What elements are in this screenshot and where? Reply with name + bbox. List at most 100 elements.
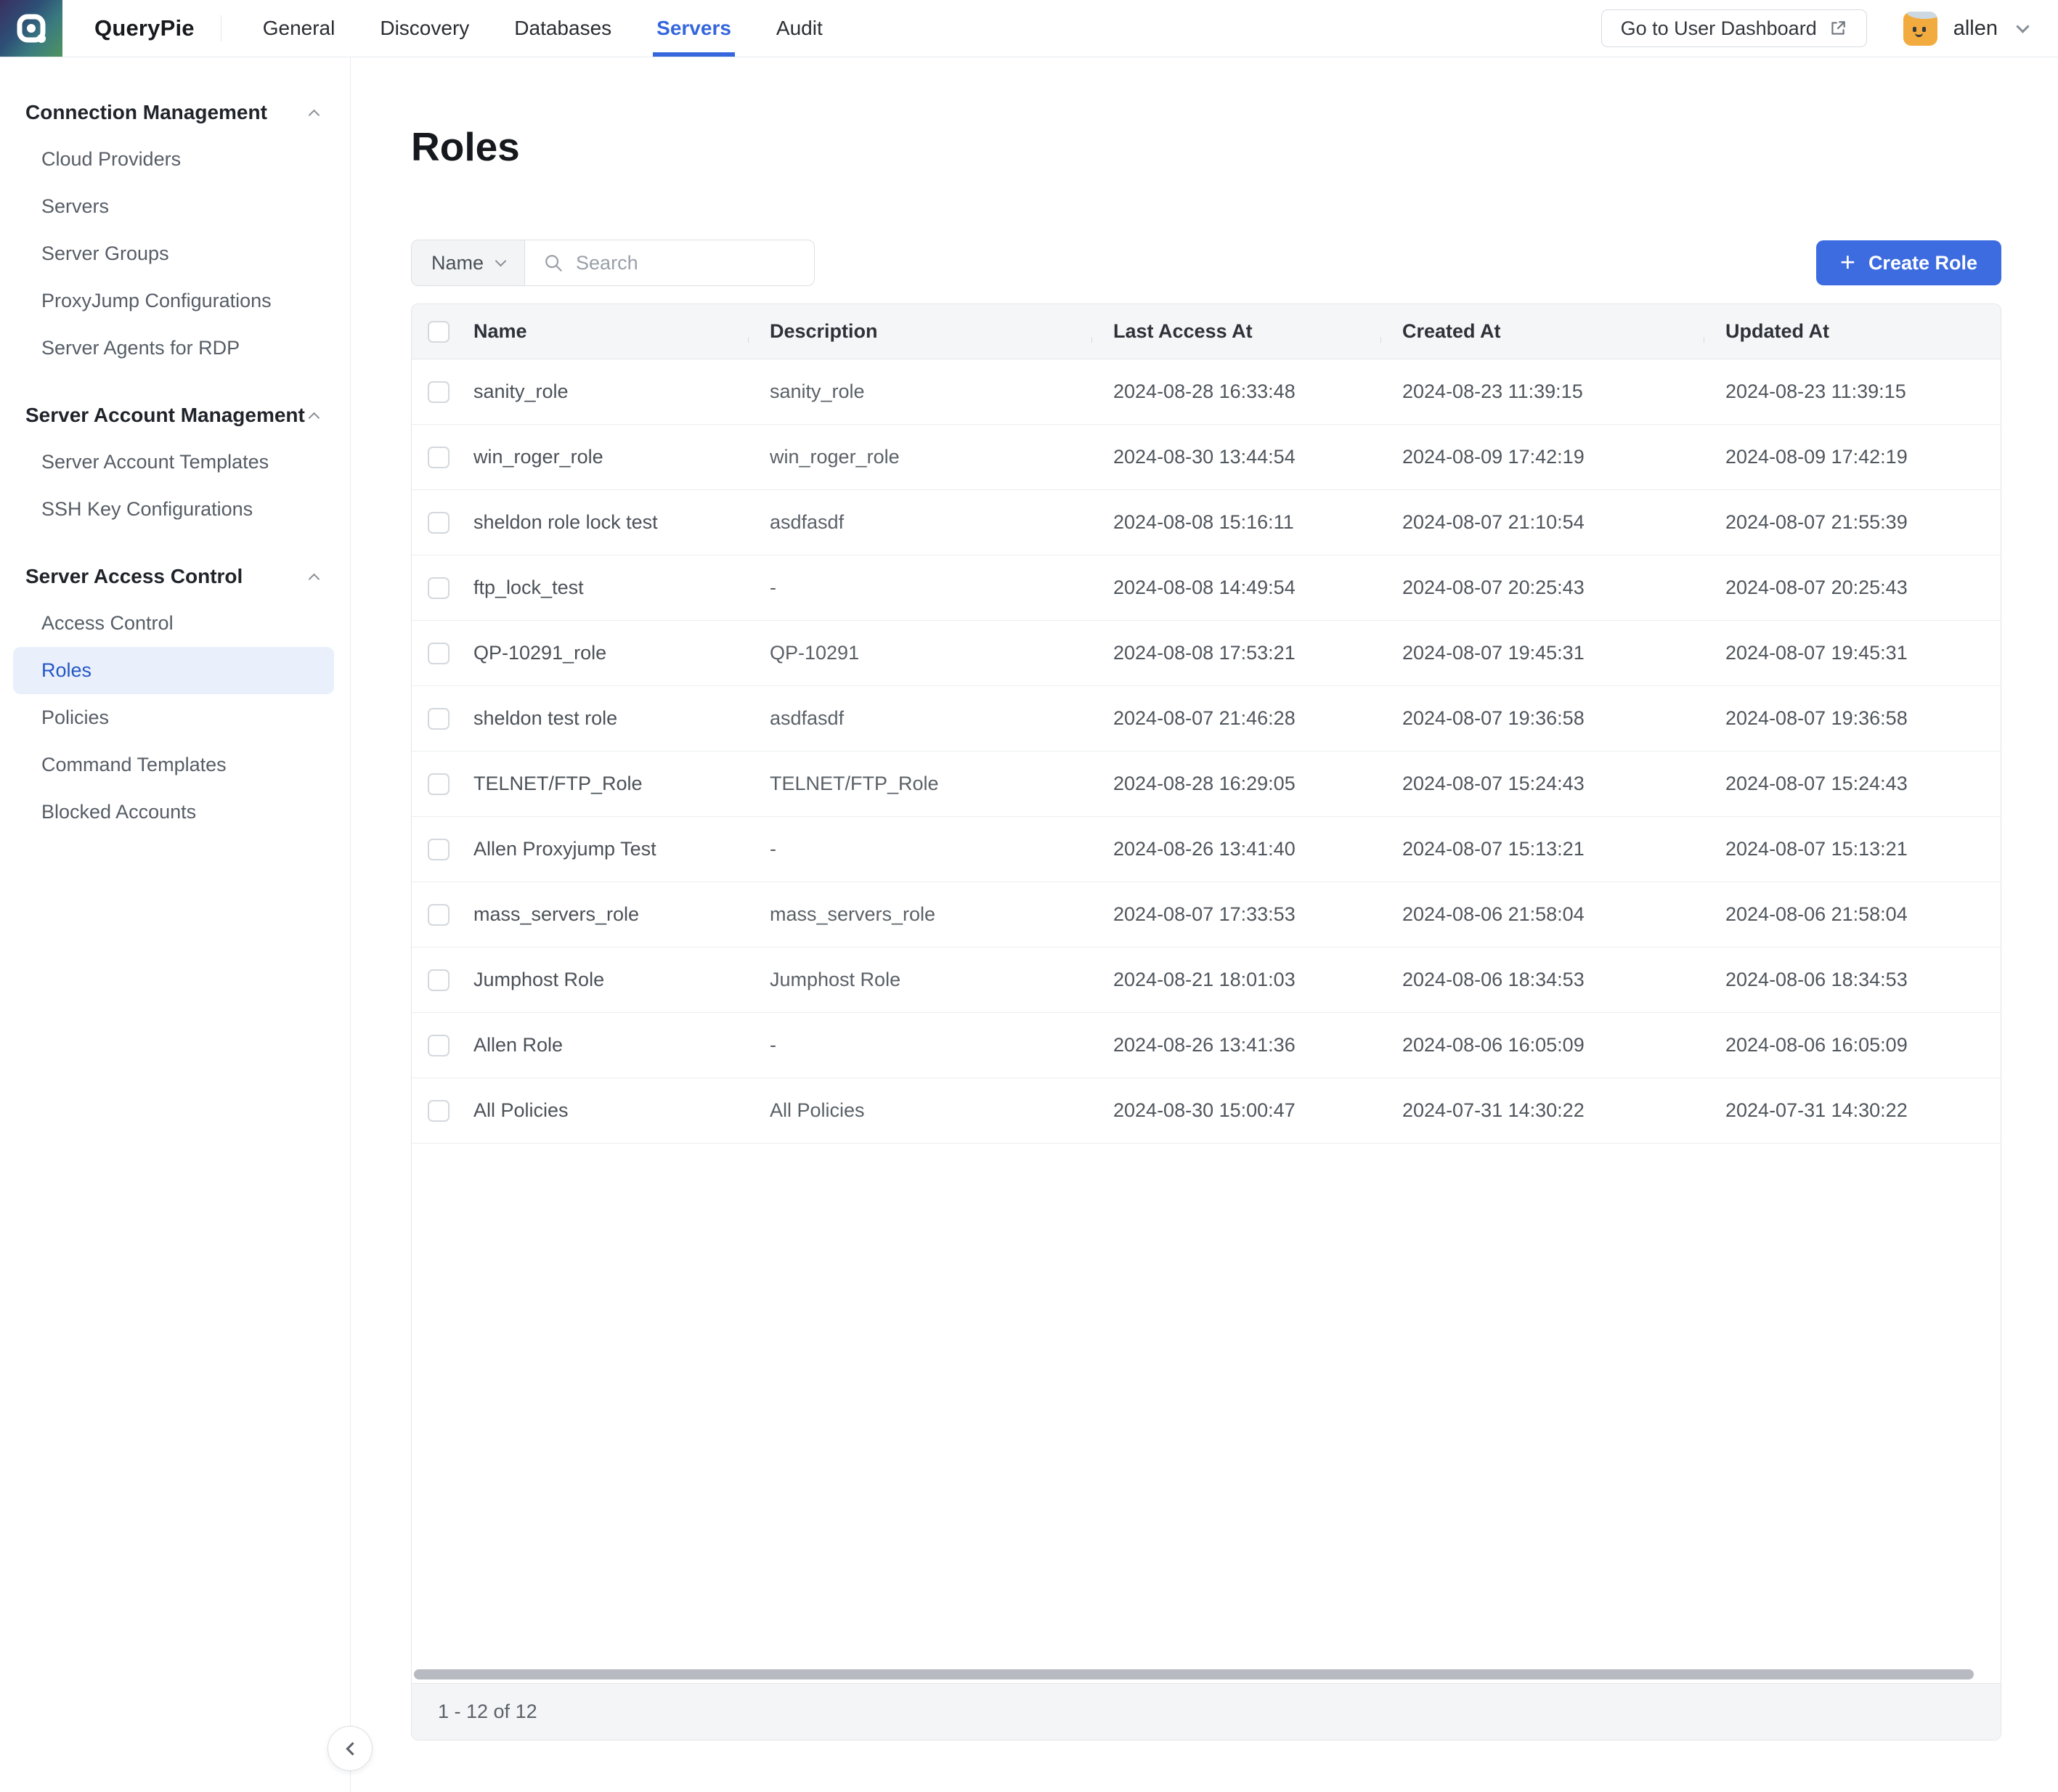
last-access-at: 2024-08-30 13:44:54 — [1091, 446, 1380, 468]
table-footer: 1 - 12 of 12 — [412, 1683, 2001, 1740]
role-description: asdfasdf — [748, 511, 1091, 534]
sidebar-item-command-templates[interactable]: Command Templates — [13, 741, 334, 789]
table-row[interactable]: mass_servers_role mass_servers_role 2024… — [412, 882, 2001, 948]
chevron-up-icon — [309, 573, 320, 585]
last-access-at: 2024-08-26 13:41:36 — [1091, 1034, 1380, 1056]
table-row[interactable]: All Policies All Policies 2024-08-30 15:… — [412, 1078, 2001, 1144]
last-access-at: 2024-08-28 16:29:05 — [1091, 773, 1380, 795]
chevron-left-icon — [346, 1742, 359, 1755]
updated-at: 2024-08-07 19:45:31 — [1704, 642, 2001, 664]
row-checkbox[interactable] — [428, 773, 450, 795]
sidebar-section-connection-management: Connection Management Cloud Providers Se… — [0, 89, 350, 372]
nav-tab-databases[interactable]: Databases — [492, 0, 634, 57]
row-checkbox[interactable] — [428, 577, 450, 599]
user-name: allen — [1953, 17, 1998, 41]
horizontal-scrollbar-thumb[interactable] — [414, 1669, 1974, 1679]
created-at: 2024-07-31 14:30:22 — [1380, 1099, 1704, 1122]
role-description: asdfasdf — [748, 707, 1091, 730]
sidebar-section-header-connection-management[interactable]: Connection Management — [0, 89, 350, 136]
search-input[interactable] — [576, 252, 815, 274]
role-name: ftp_lock_test — [452, 577, 748, 599]
table-row[interactable]: Jumphost Role Jumphost Role 2024-08-21 1… — [412, 948, 2001, 1013]
table-row[interactable]: sheldon test role asdfasdf 2024-08-07 21… — [412, 686, 2001, 752]
updated-at: 2024-08-07 20:25:43 — [1704, 577, 2001, 599]
row-checkbox[interactable] — [428, 708, 450, 730]
last-access-at: 2024-08-21 18:01:03 — [1091, 969, 1380, 991]
last-access-at: 2024-08-08 15:16:11 — [1091, 511, 1380, 534]
row-checkbox[interactable] — [428, 904, 450, 926]
table-row[interactable]: sheldon role lock test asdfasdf 2024-08-… — [412, 490, 2001, 555]
navbar-right: Go to User Dashboard allen — [1601, 9, 2058, 47]
table-row[interactable]: ftp_lock_test - 2024-08-08 14:49:54 2024… — [412, 555, 2001, 621]
table-row[interactable]: Allen Role - 2024-08-26 13:41:36 2024-08… — [412, 1013, 2001, 1078]
nav-tab-audit[interactable]: Audit — [754, 0, 845, 57]
sidebar-section-header-server-access-control[interactable]: Server Access Control — [0, 553, 350, 600]
search-filter-group: Name — [411, 240, 815, 286]
row-checkbox[interactable] — [428, 839, 450, 860]
table-row[interactable]: win_roger_role win_roger_role 2024-08-30… — [412, 425, 2001, 490]
row-checkbox[interactable] — [428, 1100, 450, 1122]
filter-field-dropdown[interactable]: Name — [412, 240, 525, 285]
created-at: 2024-08-06 21:58:04 — [1380, 903, 1704, 926]
nav-tab-servers[interactable]: Servers — [634, 0, 754, 57]
dashboard-button-label: Go to User Dashboard — [1621, 17, 1817, 40]
role-name: QP-10291_role — [452, 642, 748, 664]
create-role-button[interactable]: + Create Role — [1816, 240, 2001, 285]
sidebar-item-servers[interactable]: Servers — [13, 183, 334, 230]
last-access-at: 2024-08-26 13:41:40 — [1091, 838, 1380, 860]
sidebar-item-server-agents-for-rdp[interactable]: Server Agents for RDP — [13, 325, 334, 372]
sidebar-item-policies[interactable]: Policies — [13, 694, 334, 741]
sidebar-item-server-groups[interactable]: Server Groups — [13, 230, 334, 277]
table-row[interactable]: sanity_role sanity_role 2024-08-28 16:33… — [412, 359, 2001, 425]
chevron-up-icon — [309, 412, 320, 423]
row-checkbox[interactable] — [428, 1035, 450, 1056]
row-checkbox[interactable] — [428, 643, 450, 664]
section-title: Connection Management — [25, 101, 267, 124]
role-name: All Policies — [452, 1099, 748, 1122]
role-description: Jumphost Role — [748, 969, 1091, 991]
sidebar-item-server-account-templates[interactable]: Server Account Templates — [13, 439, 334, 486]
sidebar-item-ssh-key-configurations[interactable]: SSH Key Configurations — [13, 486, 334, 533]
last-access-at: 2024-08-08 14:49:54 — [1091, 577, 1380, 599]
column-header-description[interactable]: Description — [748, 320, 1091, 343]
updated-at: 2024-08-06 21:58:04 — [1704, 903, 2001, 926]
updated-at: 2024-08-06 16:05:09 — [1704, 1034, 2001, 1056]
role-name: Jumphost Role — [452, 969, 748, 991]
column-header-name[interactable]: Name — [452, 320, 748, 343]
column-header-last-access-at[interactable]: Last Access At — [1091, 320, 1380, 343]
sidebar-collapse-button[interactable] — [328, 1726, 373, 1771]
created-at: 2024-08-23 11:39:15 — [1380, 380, 1704, 403]
go-to-user-dashboard-button[interactable]: Go to User Dashboard — [1601, 9, 1867, 47]
role-name: Allen Role — [452, 1034, 748, 1056]
updated-at: 2024-08-07 19:36:58 — [1704, 707, 2001, 730]
nav-tab-general[interactable]: General — [240, 0, 358, 57]
sidebar-item-access-control[interactable]: Access Control — [13, 600, 334, 647]
chevron-down-icon — [495, 255, 507, 266]
table-row[interactable]: Allen Proxyjump Test - 2024-08-26 13:41:… — [412, 817, 2001, 882]
top-navbar: QueryPie General Discovery Databases Ser… — [0, 0, 2058, 57]
user-menu[interactable]: allen — [1903, 12, 2028, 46]
row-checkbox[interactable] — [428, 447, 450, 468]
row-checkbox[interactable] — [428, 512, 450, 534]
horizontal-scrollbar — [412, 1666, 2001, 1683]
sidebar-item-blocked-accounts[interactable]: Blocked Accounts — [13, 789, 334, 836]
table-row[interactable]: TELNET/FTP_Role TELNET/FTP_Role 2024-08-… — [412, 752, 2001, 817]
row-checkbox[interactable] — [428, 381, 450, 403]
role-description: All Policies — [748, 1099, 1091, 1122]
querypie-logo[interactable] — [0, 0, 62, 57]
table-row[interactable]: QP-10291_role QP-10291 2024-08-08 17:53:… — [412, 621, 2001, 686]
column-header-updated-at[interactable]: Updated At — [1704, 320, 2001, 343]
sidebar-item-cloud-providers[interactable]: Cloud Providers — [13, 136, 334, 183]
sidebar-section-header-server-account-management[interactable]: Server Account Management — [0, 392, 350, 439]
row-checkbox[interactable] — [428, 969, 450, 991]
created-at: 2024-08-07 20:25:43 — [1380, 577, 1704, 599]
sidebar-item-roles[interactable]: Roles — [13, 647, 334, 694]
page-title: Roles — [411, 124, 2001, 169]
column-header-created-at[interactable]: Created At — [1380, 320, 1704, 343]
nav-tab-discovery[interactable]: Discovery — [357, 0, 492, 57]
toolbar: Name + Create Role — [411, 240, 2001, 286]
last-access-at: 2024-08-30 15:00:47 — [1091, 1099, 1380, 1122]
role-description: - — [748, 577, 1091, 599]
select-all-checkbox[interactable] — [428, 321, 450, 343]
sidebar-item-proxyjump-configurations[interactable]: ProxyJump Configurations — [13, 277, 334, 325]
